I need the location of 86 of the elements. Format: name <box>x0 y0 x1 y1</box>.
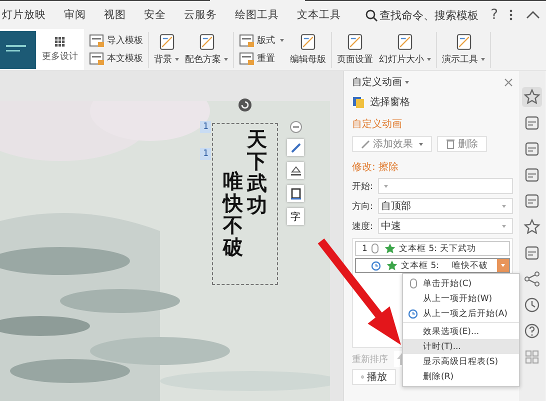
play-button[interactable]: 播放 <box>352 369 396 385</box>
menu-tab[interactable]: 云服务 <box>175 1 226 29</box>
menu-item[interactable]: 单击开始(C) <box>403 276 519 291</box>
field-label: 方向: <box>352 200 374 212</box>
history-icon[interactable] <box>522 295 542 315</box>
outline-tool-button[interactable] <box>287 185 304 202</box>
search-icon <box>364 8 378 22</box>
menu-item[interactable]: 从上一项之后开始(A) <box>403 306 519 321</box>
rotate-handle-icon[interactable] <box>238 98 252 112</box>
mouse-icon <box>371 243 379 254</box>
slide-page-icon <box>299 33 317 51</box>
mouse-icon <box>408 278 418 289</box>
help-button[interactable]: ? <box>490 7 498 23</box>
square-outline-icon <box>290 188 302 200</box>
search-field[interactable]: 查找命令、搜索模板 <box>364 8 479 22</box>
ribbon-button[interactable]: 页面设置 <box>337 33 373 66</box>
menu-item[interactable]: 计时(T)... <box>403 339 519 354</box>
dropdown-arrow-button[interactable] <box>497 259 509 272</box>
star-icon <box>384 260 398 271</box>
clock-icon <box>371 260 381 271</box>
ribbon-button[interactable]: 版式 <box>239 34 284 48</box>
template-icon <box>239 34 255 48</box>
template-icon <box>239 52 255 66</box>
animation-order-tag[interactable]: 1 <box>200 148 212 160</box>
trash-icon <box>446 139 455 149</box>
menu-tab[interactable]: 视图 <box>95 1 135 29</box>
menu-tab[interactable]: 审阅 <box>55 1 95 29</box>
menu-tab[interactable]: 绘图工具 <box>226 1 288 29</box>
delete-button[interactable]: 删除 <box>437 136 487 152</box>
ribbon-button[interactable]: 幻灯片大小 <box>379 33 431 66</box>
collapse-icon[interactable] <box>526 10 540 20</box>
clock-icon <box>408 308 418 319</box>
effect-item[interactable]: 文本框 5: 唯快不破 <box>355 258 510 273</box>
ribbon-button[interactable]: 配色方案 <box>185 33 228 66</box>
selection-pane-button[interactable]: 选择窗格 <box>352 95 513 109</box>
add-effect-button[interactable]: 添加效果 <box>352 136 432 152</box>
fill-tool-button[interactable] <box>287 162 304 179</box>
slide-page-icon <box>346 33 364 51</box>
menu-item[interactable]: 删除(R) <box>403 369 519 384</box>
close-icon[interactable] <box>504 78 513 86</box>
menu-tab[interactable]: 安全 <box>135 1 175 29</box>
field-label: 速度: <box>352 220 374 232</box>
dropdown-field[interactable]: 中速 <box>378 218 513 234</box>
panel-title[interactable]: 自定义动画 <box>352 75 402 89</box>
ribbon-button[interactable]: 背景 <box>154 33 179 66</box>
text-tool-button[interactable]: 字 <box>287 208 304 225</box>
paint-bucket-icon <box>290 164 302 176</box>
star-icon <box>382 243 396 254</box>
template-icon <box>89 52 105 66</box>
share-icon[interactable] <box>522 269 542 289</box>
field-label: 开始: <box>352 180 374 192</box>
template-thumbnail-icon[interactable] <box>0 30 36 68</box>
pen-icon <box>290 142 302 154</box>
pencil-icon <box>361 140 370 148</box>
star-icon[interactable] <box>522 217 542 237</box>
grid-icon <box>55 36 65 46</box>
reorder-label: 重新排序 <box>352 354 388 366</box>
vertical-calligraphy-text: 唯快不破 <box>223 170 243 261</box>
menu-item[interactable]: 显示高级日程表(S) <box>403 354 519 369</box>
dropdown-field[interactable]: 自顶部 <box>378 198 513 214</box>
effect-item[interactable]: 1 文本框 5: 天下武功 <box>355 241 510 256</box>
ribbon-button[interactable]: 重置 <box>239 52 284 66</box>
star-icon[interactable] <box>522 87 542 107</box>
slide-page-icon <box>396 33 414 51</box>
dropdown-field[interactable] <box>378 178 513 194</box>
animation-order-tag[interactable]: 1 <box>200 121 212 133</box>
menu-item[interactable]: 效果选项(E)... <box>403 324 519 339</box>
menu-tab[interactable]: 文本工具 <box>288 1 350 29</box>
more-icon[interactable] <box>508 8 514 22</box>
ribbon-button[interactable]: 导入模板 <box>89 34 143 48</box>
slide-page-icon <box>198 33 216 51</box>
vertical-calligraphy-text: 天下武功 <box>247 128 267 219</box>
menu-tab[interactable]: 灯片放映 <box>0 1 55 29</box>
ribbon-button[interactable]: 演示工具 <box>442 33 485 66</box>
template-icon <box>89 34 105 48</box>
pen-tool-button[interactable] <box>287 139 304 156</box>
ribbon-button[interactable]: 本文模板 <box>89 52 143 66</box>
text-box-frame[interactable]: 唯快不破 天下武功 <box>212 123 278 285</box>
menu-item[interactable]: 从上一项开始(W) <box>403 291 519 306</box>
selection-pane-icon <box>352 96 366 108</box>
help-icon[interactable] <box>522 321 542 341</box>
slide-page-icon <box>454 33 472 51</box>
ribbon-button[interactable]: 编辑母版 <box>290 33 326 66</box>
section-heading: 修改: 擦除 <box>352 160 400 174</box>
section-heading: 自定义动画 <box>352 118 403 131</box>
slide-page-icon <box>158 33 176 51</box>
